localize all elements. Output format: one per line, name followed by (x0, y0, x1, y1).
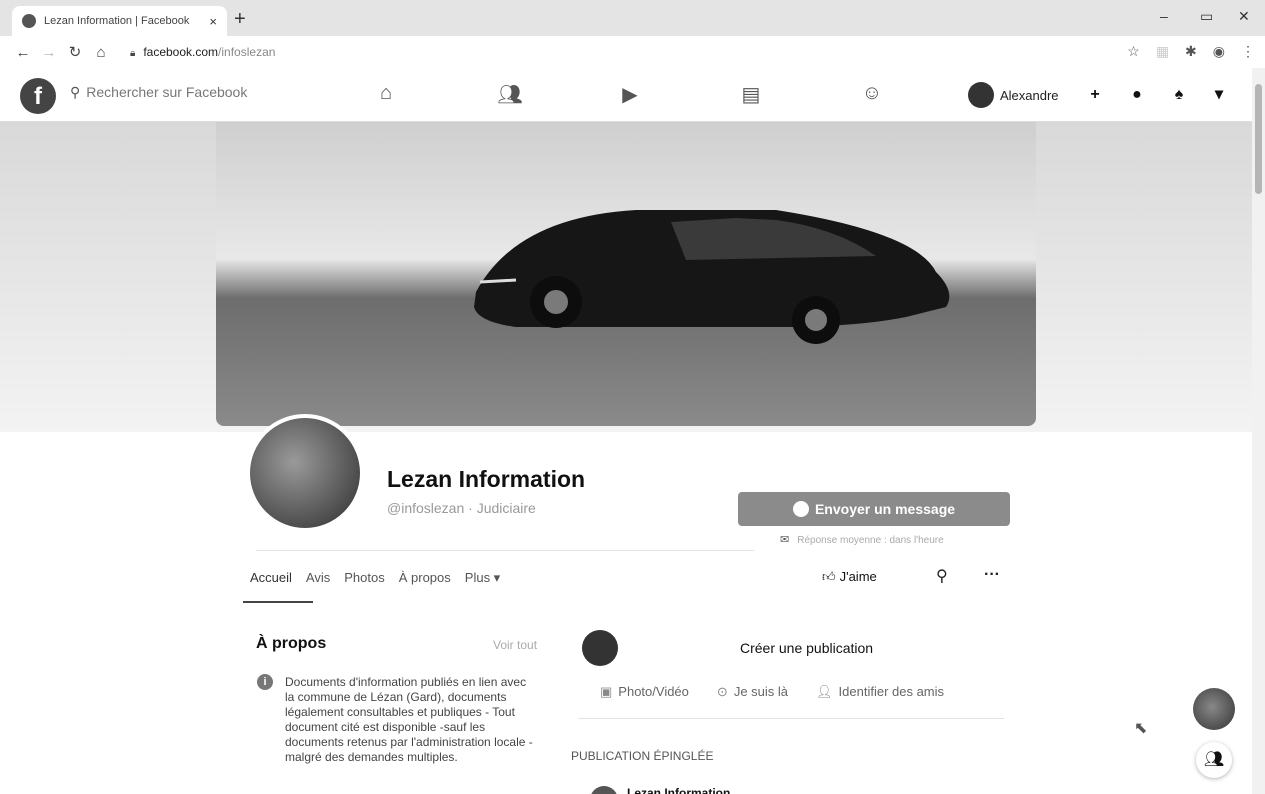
extensions-puzzle-icon[interactable]: ✱ (1185, 43, 1197, 60)
page-content: Lezan Information @infoslezan · Judiciai… (0, 122, 1252, 794)
page-tabs: Accueil Avis Photos À propos Plus ▾ (243, 570, 507, 586)
pinned-post-avatar[interactable] (590, 786, 618, 794)
header-divider (256, 550, 754, 551)
see-all-link[interactable]: Voir tout (493, 638, 537, 652)
tab-close-icon[interactable]: × (209, 14, 217, 29)
page-profile-picture[interactable] (246, 414, 364, 532)
tab-more[interactable]: Plus ▾ (458, 570, 507, 586)
tab-home[interactable]: Accueil (243, 570, 299, 586)
mouse-cursor-icon: ⬉ (1134, 720, 1148, 737)
search-icon: ⚲ (70, 84, 81, 100)
photo-icon: ▣ (600, 684, 613, 699)
tag-friends-label: Identifier des amis (838, 684, 945, 699)
home-icon[interactable]: ⌂ (88, 44, 114, 61)
tab-photos[interactable]: Photos (337, 570, 391, 586)
url-domain: facebook.com (143, 45, 219, 59)
about-description: Documents d'information publiés en lien … (285, 675, 533, 764)
reload-icon[interactable]: ↻ (62, 43, 88, 61)
account-menu-chevron-icon[interactable]: ▾ (1206, 82, 1232, 108)
page-title: Lezan Information (387, 466, 586, 492)
active-tab-indicator (243, 601, 313, 603)
browser-tab-bar: Lezan Information | Facebook × + – ▭ ✕ (0, 0, 1265, 36)
composer-divider (578, 718, 1004, 719)
user-name: Alexandre (1000, 87, 1059, 103)
classic-car-illustration (474, 210, 950, 344)
messenger-icon (792, 501, 809, 517)
nav-home-icon[interactable]: ⌂ (372, 82, 400, 108)
browser-toolbar-icons: ☆ ▦ ✱ ◉ ⋮ (1127, 43, 1255, 60)
pinned-post-author[interactable]: Lezan Information (627, 786, 730, 794)
facebook-top-nav: f ⚲ Rechercher sur Facebook ⌂ 👥︎ ▶ ▤ ☺ Al… (0, 68, 1265, 122)
create-icon[interactable]: + (1082, 82, 1108, 108)
new-message-icon[interactable]: 👥︎ (1196, 742, 1232, 778)
like-button[interactable]: 👍︎ J'aime (822, 569, 877, 585)
profile-icon[interactable]: ◉ (1213, 43, 1225, 60)
page-search-icon[interactable]: ⚲ (936, 566, 948, 586)
facebook-search-input[interactable]: ⚲ Rechercher sur Facebook (70, 84, 247, 101)
composer-avatar (582, 630, 618, 666)
send-message-label: Envoyer un message (814, 501, 956, 517)
nav-groups-icon[interactable]: ☺ (858, 82, 886, 108)
new-tab-icon[interactable]: + (234, 8, 246, 31)
search-placeholder: Rechercher sur Facebook (86, 84, 248, 100)
nav-marketplace-icon[interactable]: ▤ (737, 82, 765, 108)
composer-actions: ▣ Photo/Vidéo ⊙ Je suis là 👤︎ Identifier de… (600, 684, 944, 700)
photo-video-label: Photo/Vidéo (618, 684, 689, 699)
response-time-text: Réponse moyenne : dans l'heure (797, 535, 944, 546)
user-profile-link[interactable]: Alexandre (968, 82, 1059, 108)
avatar (968, 82, 994, 108)
cover-photo[interactable] (216, 122, 1036, 426)
minimize-icon[interactable]: – (1160, 8, 1168, 24)
close-window-icon[interactable]: ✕ (1238, 8, 1250, 25)
tab-reviews[interactable]: Avis (299, 570, 337, 586)
pinned-post-label: PUBLICATION ÉPINGLÉE (571, 749, 714, 763)
facebook-favicon-icon (22, 14, 36, 28)
response-time-icon: ✉ (780, 534, 790, 546)
tab-about[interactable]: À propos (392, 570, 458, 586)
address-bar: ← → ↻ ⌂ 🔒︎ facebook.com/infoslezan ☆ ▦ ✱ … (0, 36, 1265, 68)
checkin-button[interactable]: ⊙ Je suis là (717, 684, 788, 700)
url-field[interactable]: 🔒︎ facebook.com/infoslezan (130, 45, 275, 59)
about-title: À propos (256, 635, 327, 652)
nav-friends-icon[interactable]: 👥︎ (496, 82, 524, 108)
info-icon: i (257, 674, 273, 690)
browser-menu-icon[interactable]: ⋮ (1241, 43, 1255, 60)
lock-icon: 🔒︎ (130, 48, 136, 59)
extension-icon[interactable]: ▦ (1156, 43, 1169, 60)
restore-icon[interactable]: ▭ (1200, 8, 1213, 25)
bookmark-star-icon[interactable]: ☆ (1127, 43, 1140, 60)
page-handle: @infoslezan · Judiciaire (387, 500, 536, 516)
photo-video-button[interactable]: ▣ Photo/Vidéo (600, 684, 689, 700)
forward-icon[interactable]: → (36, 44, 62, 61)
tag-friends-icon: 👤︎ (816, 684, 833, 699)
chat-head-avatar[interactable] (1193, 688, 1235, 730)
thumbs-up-icon: 👍︎ (822, 569, 836, 584)
nav-watch-icon[interactable]: ▶ (616, 82, 644, 108)
page-scrollbar[interactable] (1252, 68, 1265, 794)
more-options-icon[interactable]: ··· (984, 566, 1000, 584)
back-icon[interactable]: ← (10, 44, 36, 61)
response-time: ✉ Réponse moyenne : dans l'heure (780, 533, 944, 546)
facebook-logo-icon[interactable]: f (20, 78, 56, 114)
send-message-button[interactable]: Envoyer un message (738, 492, 1010, 526)
like-label: J'aime (839, 569, 877, 584)
scrollbar-thumb[interactable] (1255, 84, 1262, 194)
url-path: /infoslezan (218, 45, 276, 59)
tag-friends-button[interactable]: 👤︎ Identifier des amis (816, 684, 944, 700)
tab-title: Lezan Information | Facebook (44, 15, 190, 27)
checkin-label: Je suis là (733, 684, 789, 699)
browser-tab[interactable]: Lezan Information | Facebook × (12, 6, 227, 36)
notifications-bell-icon[interactable]: ♠ (1166, 82, 1192, 108)
location-pin-icon: ⊙ (716, 684, 728, 699)
messenger-icon[interactable]: ● (1124, 82, 1150, 108)
create-post-button[interactable]: Créer une publication (740, 640, 873, 656)
